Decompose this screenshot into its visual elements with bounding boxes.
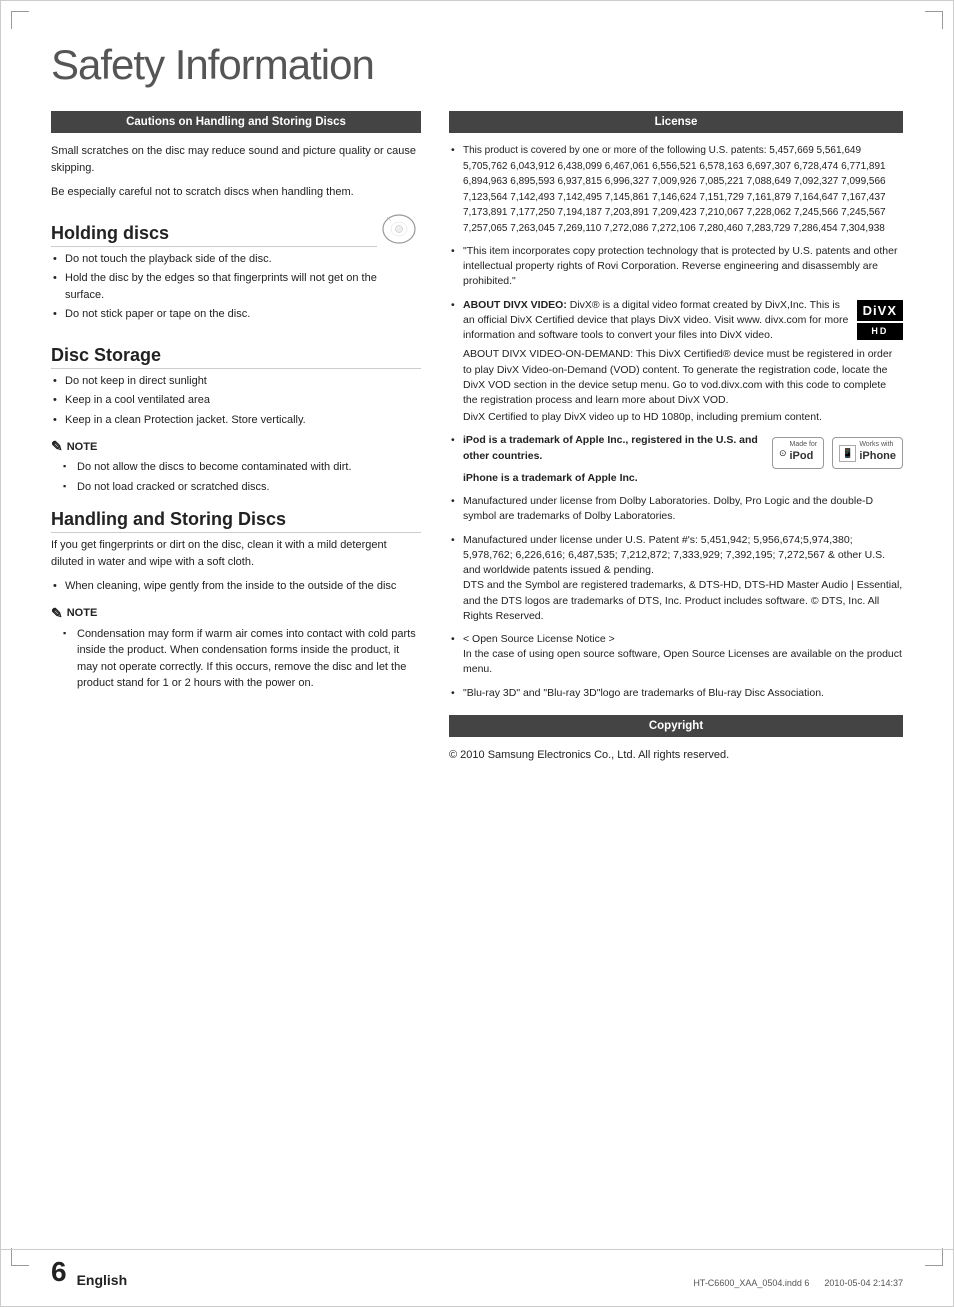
copyright-header: Copyright [449,715,903,737]
right-column: License This product is covered by one o… [449,111,903,763]
footer-left: 6 English [51,1256,127,1288]
language-label: English [77,1272,128,1288]
bluray-item: "Blu-ray 3D" and "Blu-ray 3D"logo are tr… [449,686,903,701]
ipod-badge: ⊙ Made for iPod [772,437,824,469]
ipod-badges-row: ⊙ Made for iPod 📱 Works with i [772,437,903,469]
license-header: License [449,111,903,133]
bluray-text: "Blu-ray 3D" and "Blu-ray 3D"logo are tr… [463,687,824,699]
divx-logo: DiVX HD [857,300,903,341]
holding-discs-content: Holding discs Do not touch the playback … [51,209,377,331]
disc-storage-note-list: Do not allow the discs to become contami… [51,459,421,495]
iphone-icon: 📱 [839,445,856,462]
list-item: Do not touch the playback side of the di… [51,251,377,268]
cautions-header: Cautions on Handling and Storing Discs [51,111,421,133]
dts-item: Manufactured under license under U.S. Pa… [449,533,903,624]
list-item: Hold the disc by the edges so that finge… [51,270,377,303]
footer-right: HT-C6600_XAA_0504.indd 6 2010-05-04 2:14… [693,1278,903,1288]
ipod-text-block: iPod is a trademark of Apple Inc., regis… [463,433,764,463]
note-text: NOTE [67,441,98,453]
license-list: This product is covered by one or more o… [449,143,903,701]
iphone-trademark: iPhone is a trademark of Apple Inc. [463,471,903,486]
two-column-layout: Cautions on Handling and Storing Discs S… [51,111,903,763]
dolby-item: Manufactured under license from Dolby La… [449,494,903,524]
note-text-2: NOTE [67,607,98,619]
handling-note-list: Condensation may form if warm air comes … [51,626,421,692]
copy-protection-text: "This item incorporates copy protection … [463,245,897,287]
ipod-item: iPod is a trademark of Apple Inc., regis… [449,433,903,486]
note-label-2: ✎ NOTE [51,605,421,622]
handling-title: Handling and Storing Discs [51,509,421,533]
handling-intro: If you get fingerprints or dirt on the d… [51,537,421,570]
dolby-text: Manufactured under license from Dolby La… [463,495,873,522]
page-footer: 6 English HT-C6600_XAA_0504.indd 6 2010-… [1,1249,953,1288]
open-source-text: < Open Source License Notice >In the cas… [463,633,902,675]
divx-text2: ABOUT DIVX VIDEO-ON-DEMAND: This DivX Ce… [463,347,903,408]
list-item: Keep in a cool ventilated area [51,392,421,409]
list-item: Condensation may form if warm air comes … [61,626,421,692]
cautions-intro-1: Small scratches on the disc may reduce s… [51,143,421,176]
list-item: Do not stick paper or tape on the disc. [51,306,377,323]
copy-protection-item: "This item incorporates copy protection … [449,244,903,290]
corner-mark-tl [11,11,29,29]
iphone-name: iPhone [859,449,896,465]
divx-bold: ABOUT DIVX VIDEO: [463,299,567,311]
divx-text-block: ABOUT DIVX VIDEO: DivX® is a digital vid… [463,298,849,344]
holding-discs-section: Holding discs Do not touch the playback … [51,209,421,331]
iphone-badge-text: Works with iPhone [859,441,896,465]
divx-item: ABOUT DIVX VIDEO: DivX® is a digital vid… [449,298,903,426]
patents-text: This product is covered by one or more o… [463,145,886,234]
page-title: Safety Information [51,41,903,89]
dts-text: Manufactured under license under U.S. Pa… [463,534,902,622]
works-with-label: Works with [859,441,896,449]
holding-discs-list: Do not touch the playback side of the di… [51,251,377,323]
divx-hd-box: HD [857,323,903,340]
note-icon-2: ✎ [51,605,63,622]
file-info: HT-C6600_XAA_0504.indd 6 [693,1278,809,1288]
note-label: ✎ NOTE [51,438,421,455]
note-icon: ✎ [51,438,63,455]
list-item: Do not keep in direct sunlight [51,373,421,390]
disc-storage-note: ✎ NOTE Do not allow the discs to become … [51,438,421,495]
divx-logo-box: DiVX [857,300,903,322]
handling-list: When cleaning, wipe gently from the insi… [51,578,421,595]
made-for-icon: ⊙ [779,447,787,460]
disc-icon [377,209,421,245]
date-info: 2010-05-04 2:14:37 [824,1278,903,1288]
copyright-section: Copyright © 2010 Samsung Electronics Co.… [449,715,903,764]
copyright-text: © 2010 Samsung Electronics Co., Ltd. All… [449,747,903,764]
page: Safety Information Cautions on Handling … [0,0,954,1307]
handling-note: ✎ NOTE Condensation may form if warm air… [51,605,421,692]
open-source-item: < Open Source License Notice >In the cas… [449,632,903,678]
divx-row: ABOUT DIVX VIDEO: DivX® is a digital vid… [463,298,903,344]
ipod-name: iPod [789,449,817,465]
list-item: Do not load cracked or scratched discs. [61,479,421,496]
disc-storage-title: Disc Storage [51,345,421,369]
corner-mark-tr [925,11,943,29]
ipod-bold-text: iPod is a trademark of Apple Inc., regis… [463,434,758,461]
holding-discs-title: Holding discs [51,223,377,247]
list-item: Do not allow the discs to become contami… [61,459,421,476]
disc-storage-list: Do not keep in direct sunlight Keep in a… [51,373,421,429]
cautions-intro-2: Be especially careful not to scratch dis… [51,184,421,201]
patents-item: This product is covered by one or more o… [449,143,903,236]
ipod-badge-text: Made for iPod [789,441,817,465]
iphone-badge: 📱 Works with iPhone [832,437,903,469]
ipod-content-row: iPod is a trademark of Apple Inc., regis… [463,433,903,469]
list-item: When cleaning, wipe gently from the insi… [51,578,421,595]
left-column: Cautions on Handling and Storing Discs S… [51,111,421,763]
list-item: Keep in a clean Protection jacket. Store… [51,412,421,429]
divx-text3: DivX Certified to play DivX video up to … [463,410,903,425]
page-number: 6 [51,1256,67,1288]
made-for-label: Made for [789,441,817,449]
